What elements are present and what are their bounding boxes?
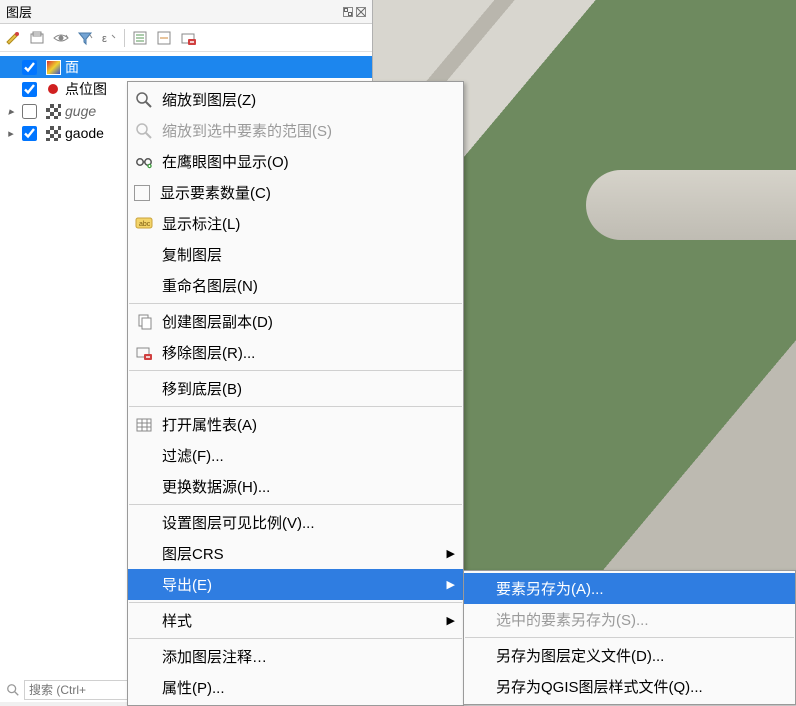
layer-label: 点位图 xyxy=(65,79,107,99)
menu-separator xyxy=(465,637,794,638)
menu-separator xyxy=(129,638,462,639)
layers-toolbar: ε xyxy=(0,24,372,52)
menu-label: 过滤(F)... xyxy=(162,445,455,466)
point-symbol-icon xyxy=(45,81,61,97)
layer-visibility-checkbox[interactable] xyxy=(22,60,37,75)
menu-styles[interactable]: 样式 ▶ xyxy=(128,605,463,636)
svg-text:ε: ε xyxy=(102,33,107,45)
menu-open-attr-table[interactable]: 打开属性表(A) xyxy=(128,409,463,440)
layer-label: gaode xyxy=(65,125,104,141)
layer-visibility-checkbox[interactable] xyxy=(22,104,37,119)
open-layer-styling-icon[interactable] xyxy=(4,29,22,47)
raster-symbol-icon xyxy=(45,125,61,141)
menu-separator xyxy=(129,602,462,603)
menu-rename-layer[interactable]: 重命名图层(N) xyxy=(128,270,463,301)
layers-panel-title: 图层 xyxy=(6,2,343,21)
menu-show-in-overview[interactable]: 在鹰眼图中显示(O) xyxy=(128,146,463,177)
menu-label: 缩放到选中要素的范围(S) xyxy=(162,120,455,141)
manage-visibility-icon[interactable] xyxy=(52,29,70,47)
menu-separator xyxy=(129,406,462,407)
menu-layer-crs[interactable]: 图层CRS ▶ xyxy=(128,538,463,569)
add-group-icon[interactable] xyxy=(28,29,46,47)
remove-layer-icon[interactable] xyxy=(179,29,197,47)
panel-close-button[interactable] xyxy=(356,7,366,17)
submenu-arrow-icon: ▶ xyxy=(447,614,455,627)
menu-set-scale-visibility[interactable]: 设置图层可见比例(V)... xyxy=(128,507,463,538)
submenu-label: 另存为QGIS图层样式文件(Q)... xyxy=(496,676,787,697)
menu-label: 打开属性表(A) xyxy=(162,414,455,435)
raster-symbol-icon xyxy=(45,103,61,119)
menu-label: 移除图层(R)... xyxy=(162,342,455,363)
submenu-arrow-icon: ▶ xyxy=(447,578,455,591)
menu-label: 设置图层可见比例(V)... xyxy=(162,512,455,533)
layer-label: guge xyxy=(65,103,96,119)
svg-text:abc: abc xyxy=(139,221,151,228)
menu-remove-layer[interactable]: 移除图层(R)... xyxy=(128,337,463,368)
expand-all-icon[interactable] xyxy=(131,29,149,47)
menu-separator xyxy=(129,303,462,304)
menu-export[interactable]: 导出(E) ▶ xyxy=(128,569,463,600)
menu-label: 重命名图层(N) xyxy=(162,275,455,296)
expand-icon[interactable]: ▸ xyxy=(4,105,18,118)
menu-label: 添加图层注释… xyxy=(162,646,455,667)
magnifier-icon xyxy=(134,121,154,141)
export-submenu: 要素另存为(A)... 选中的要素另存为(S)... 另存为图层定义文件(D).… xyxy=(463,570,796,705)
menu-label: 移到底层(B) xyxy=(162,378,455,399)
expand-icon[interactable]: ▸ xyxy=(4,127,18,140)
magnifier-icon xyxy=(134,90,154,110)
submenu-save-selected-as: 选中的要素另存为(S)... xyxy=(464,604,795,635)
label-icon: abc xyxy=(134,214,154,234)
filter-legend-icon[interactable] xyxy=(76,29,94,47)
layer-row-polygon[interactable]: 面 xyxy=(0,56,372,78)
menu-label: 更换数据源(H)... xyxy=(162,476,455,497)
menu-add-layer-notes[interactable]: 添加图层注释… xyxy=(128,641,463,672)
menu-change-data-source[interactable]: 更换数据源(H)... xyxy=(128,471,463,502)
menu-label: 显示标注(L) xyxy=(162,213,455,234)
menu-label: 在鹰眼图中显示(O) xyxy=(162,151,455,172)
table-icon xyxy=(134,415,154,435)
layer-visibility-checkbox[interactable] xyxy=(22,82,37,97)
submenu-label: 要素另存为(A)... xyxy=(496,578,787,599)
menu-show-feature-count[interactable]: 显示要素数量(C) xyxy=(128,177,463,208)
menu-filter[interactable]: 过滤(F)... xyxy=(128,440,463,471)
menu-label: 复制图层 xyxy=(162,244,455,265)
remove-icon xyxy=(134,343,154,363)
menu-label: 导出(E) xyxy=(162,574,441,595)
menu-label: 样式 xyxy=(162,610,441,631)
menu-separator xyxy=(129,504,462,505)
submenu-save-as-qgis-style[interactable]: 另存为QGIS图层样式文件(Q)... xyxy=(464,671,795,702)
glasses-icon xyxy=(134,152,154,172)
filter-by-expression-icon[interactable]: ε xyxy=(100,29,118,47)
search-icon xyxy=(6,683,20,697)
menu-separator xyxy=(129,370,462,371)
menu-copy-layer[interactable]: 复制图层 xyxy=(128,239,463,270)
menu-properties[interactable]: 属性(P)... xyxy=(128,672,463,703)
menu-label: 创建图层副本(D) xyxy=(162,311,455,332)
menu-label: 缩放到图层(Z) xyxy=(162,89,455,110)
layer-label: 面 xyxy=(65,57,79,77)
submenu-label: 选中的要素另存为(S)... xyxy=(496,609,787,630)
menu-label: 属性(P)... xyxy=(162,677,455,698)
submenu-label: 另存为图层定义文件(D)... xyxy=(496,645,787,666)
menu-zoom-to-selection: 缩放到选中要素的范围(S) xyxy=(128,115,463,146)
menu-label: 显示要素数量(C) xyxy=(160,182,455,203)
duplicate-icon xyxy=(134,312,154,332)
collapse-all-icon[interactable] xyxy=(155,29,173,47)
polygon-symbol-icon xyxy=(45,59,61,75)
layer-context-menu: 缩放到图层(Z) 缩放到选中要素的范围(S) 在鹰眼图中显示(O) 显示要素数量… xyxy=(127,81,464,706)
panel-undock-button[interactable] xyxy=(343,7,353,17)
menu-label: 图层CRS xyxy=(162,543,441,564)
submenu-save-features-as[interactable]: 要素另存为(A)... xyxy=(464,573,795,604)
menu-duplicate-layer[interactable]: 创建图层副本(D) xyxy=(128,306,463,337)
menu-move-to-bottom[interactable]: 移到底层(B) xyxy=(128,373,463,404)
checkbox-icon xyxy=(134,185,150,201)
menu-zoom-to-layer[interactable]: 缩放到图层(Z) xyxy=(128,84,463,115)
submenu-save-as-layer-def[interactable]: 另存为图层定义文件(D)... xyxy=(464,640,795,671)
layer-visibility-checkbox[interactable] xyxy=(22,126,37,141)
layers-panel-header: 图层 xyxy=(0,0,372,24)
submenu-arrow-icon: ▶ xyxy=(447,547,455,560)
menu-show-labels[interactable]: abc 显示标注(L) xyxy=(128,208,463,239)
